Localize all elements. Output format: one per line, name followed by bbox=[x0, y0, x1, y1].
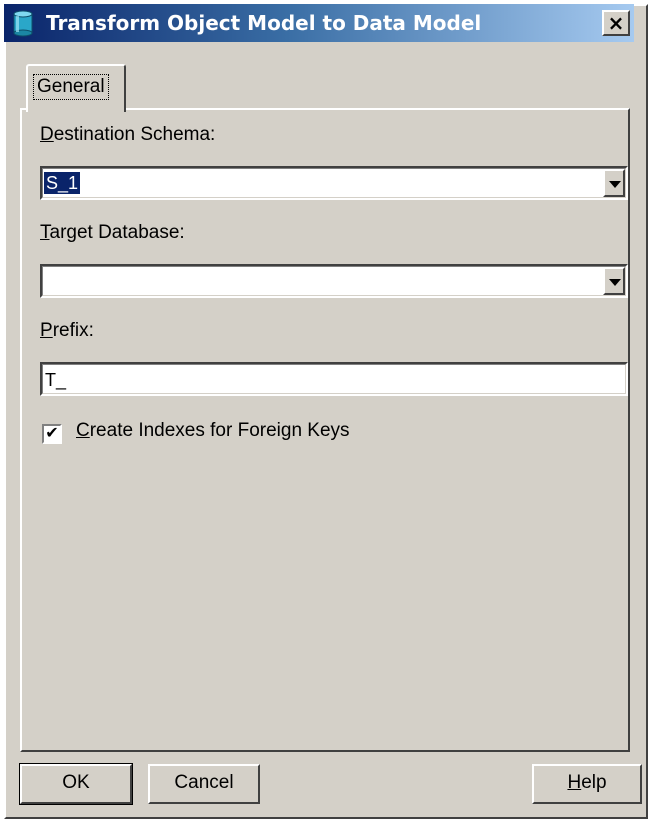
create-indexes-label[interactable]: Create Indexes for Foreign Keys bbox=[76, 420, 350, 442]
destination-schema-value: S_1 bbox=[44, 172, 81, 194]
checkmark-icon: ✔ bbox=[45, 423, 59, 442]
database-cylinder-icon bbox=[13, 10, 33, 37]
title-bar[interactable]: Transform Object Model to Data Model × bbox=[4, 4, 634, 42]
ok-button[interactable]: OK bbox=[19, 763, 133, 805]
close-icon: × bbox=[607, 11, 625, 35]
destination-schema-label: Destination Schema: bbox=[40, 124, 216, 145]
tab-general[interactable]: General bbox=[26, 64, 126, 112]
target-database-combobox[interactable] bbox=[40, 264, 628, 298]
tab-general-label: General bbox=[33, 74, 109, 100]
target-database-dropdown-button[interactable] bbox=[603, 267, 625, 295]
prefix-input[interactable]: T_ bbox=[40, 362, 628, 396]
close-button[interactable]: × bbox=[602, 10, 630, 36]
help-button[interactable]: Help bbox=[532, 764, 642, 804]
target-database-label: Target Database: bbox=[40, 222, 185, 243]
cancel-button[interactable]: Cancel bbox=[148, 764, 260, 804]
window-title: Transform Object Model to Data Model bbox=[46, 11, 482, 35]
prefix-label: Prefix: bbox=[40, 320, 94, 341]
destination-schema-combobox[interactable]: S_1 bbox=[40, 166, 628, 200]
chevron-down-icon bbox=[609, 181, 621, 188]
chevron-down-icon bbox=[609, 279, 621, 286]
create-indexes-checkbox[interactable]: ✔ bbox=[42, 423, 62, 444]
prefix-value: T_ bbox=[45, 370, 67, 390]
destination-schema-dropdown-button[interactable] bbox=[603, 169, 625, 197]
